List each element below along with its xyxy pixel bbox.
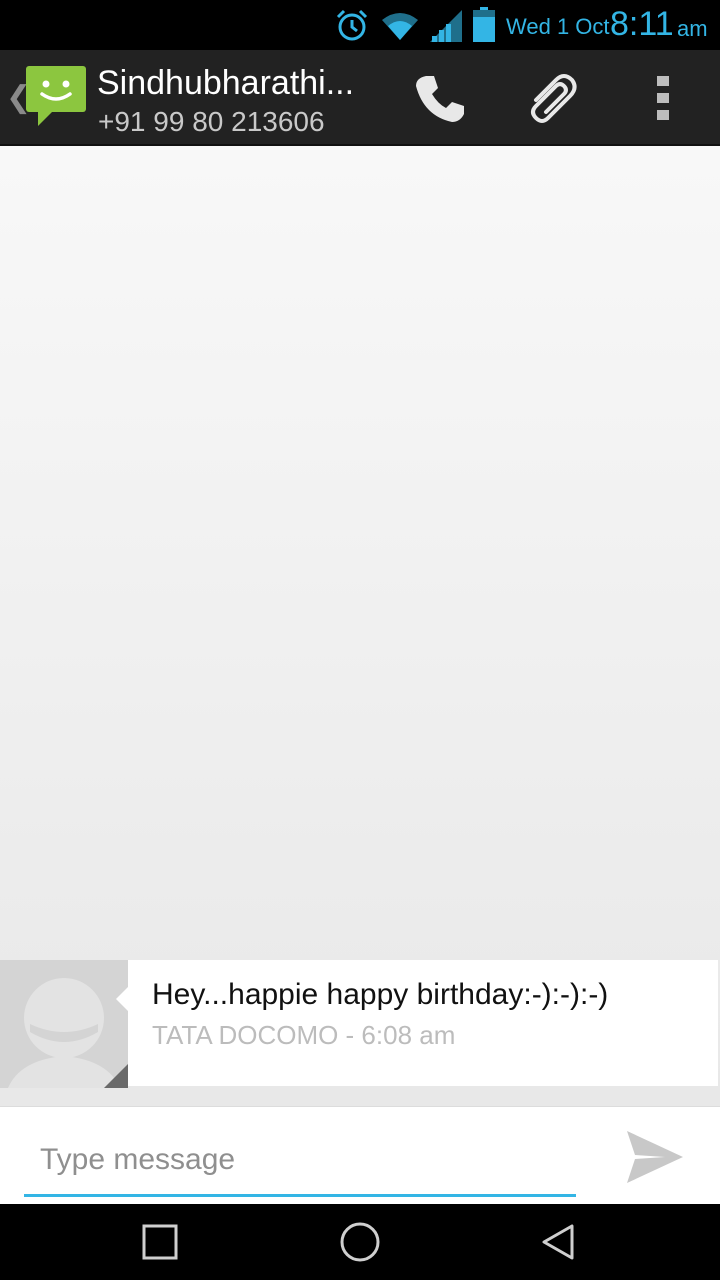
contact-placeholder-icon [8,978,128,1088]
contact-number[interactable]: +91 99 80 213606 [98,106,325,138]
compose-bar [0,1106,720,1204]
messaging-app-icon[interactable] [24,64,88,128]
overflow-menu-button[interactable] [618,50,708,146]
wifi-icon [382,13,418,40]
message-item[interactable]: Hey...happie happy birthday:-):-):-) TAT… [0,960,720,1088]
signal-icon [430,10,462,42]
action-bar: ❮ Sindhubharathi... +91 99 80 213606 [0,50,720,146]
home-button[interactable] [300,1204,420,1280]
status-time: 8:11 [610,5,674,43]
message-bubble[interactable]: Hey...happie happy birthday:-):-):-) TAT… [128,960,718,1086]
battery-icon [473,7,495,42]
conversation-list[interactable]: Hey...happie happy birthday:-):-):-) TAT… [0,146,720,1106]
call-button[interactable] [395,50,485,146]
attach-icon [531,74,577,123]
back-icon [542,1224,574,1260]
recent-apps-button[interactable] [100,1204,220,1280]
alarm-icon [336,9,368,41]
status-ampm: am [677,16,708,41]
recent-apps-icon [142,1224,178,1260]
attach-button[interactable] [507,50,597,146]
home-icon [340,1222,380,1262]
message-meta: TATA DOCOMO - 6:08 am [152,1020,456,1050]
overflow-menu-icon [657,76,669,120]
send-button[interactable] [610,1119,700,1195]
contact-avatar[interactable] [0,960,128,1088]
back-button[interactable] [498,1204,618,1280]
contact-name[interactable]: Sindhubharathi... [97,64,354,103]
message-input[interactable] [24,1125,576,1197]
message-text: Hey...happie happy birthday:-):-):-) [152,978,609,1011]
status-date: Wed 1 Oct [506,14,610,39]
send-icon [627,1131,683,1183]
status-bar: Wed 1 Oct 8:11 am [0,0,720,50]
phone-icon [416,76,464,122]
navigation-bar [0,1204,720,1280]
